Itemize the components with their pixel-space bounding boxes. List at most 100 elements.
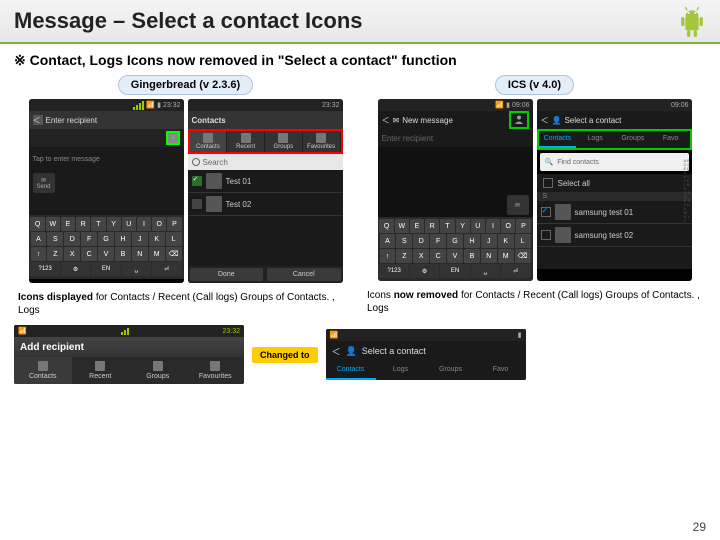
recipient-input[interactable]: Enter recipient: [378, 129, 533, 147]
tab-favourites[interactable]: Favourites: [187, 357, 245, 384]
tab-logs[interactable]: Logs: [376, 361, 426, 380]
alpha-index[interactable]: A B C D E F G H I J K L M N O P Q R S T …: [684, 159, 691, 223]
key-z[interactable]: Z: [396, 249, 412, 263]
done-button[interactable]: Done: [190, 268, 264, 281]
key-d[interactable]: D: [413, 234, 429, 248]
back-icon[interactable]: ＜: [33, 115, 43, 125]
keyboard[interactable]: QWERTYUIOP ASDFGHJKL ↑ZXCVBNM⌫ ?123⚙EN␣⏎: [29, 215, 184, 279]
key-i[interactable]: I: [486, 219, 500, 233]
key-r[interactable]: R: [76, 217, 90, 231]
key-x[interactable]: X: [413, 249, 429, 263]
tab-groups[interactable]: Groups: [614, 131, 652, 148]
key-y[interactable]: Y: [456, 219, 470, 233]
back-icon[interactable]: ＜: [332, 345, 341, 358]
key-en[interactable]: EN: [440, 264, 469, 278]
tab-groups[interactable]: Groups: [129, 357, 187, 384]
key-z[interactable]: Z: [47, 247, 63, 261]
tab-favourites[interactable]: Favourites: [303, 131, 341, 152]
key-i[interactable]: I: [137, 217, 151, 231]
find-contacts-field[interactable]: 🔍 Find contacts: [540, 153, 689, 171]
key-p[interactable]: P: [167, 217, 181, 231]
key-en[interactable]: EN: [91, 262, 120, 276]
key-⌫[interactable]: ⌫: [515, 249, 531, 263]
key-h[interactable]: H: [464, 234, 480, 248]
key-a[interactable]: A: [380, 234, 396, 248]
key-u[interactable]: U: [471, 219, 485, 233]
key-f[interactable]: F: [81, 232, 97, 246]
key-⚙[interactable]: ⚙: [410, 264, 439, 278]
tab-contacts[interactable]: Contacts: [14, 357, 72, 384]
key-c[interactable]: C: [430, 249, 446, 263]
list-item[interactable]: samsung test 01: [537, 201, 692, 224]
key-⏎[interactable]: ⏎: [152, 262, 181, 276]
key-x[interactable]: X: [64, 247, 80, 261]
key-⏎[interactable]: ⏎: [501, 264, 530, 278]
key-e[interactable]: E: [410, 219, 424, 233]
tab-recent[interactable]: Recent: [72, 357, 130, 384]
tab-favo[interactable]: Favo: [476, 361, 526, 380]
key-u[interactable]: U: [122, 217, 136, 231]
key-g[interactable]: G: [98, 232, 114, 246]
checkbox-icon[interactable]: [541, 230, 551, 240]
list-item[interactable]: Test 01: [188, 170, 343, 193]
send-button[interactable]: ✉ Send: [33, 173, 55, 193]
key-g[interactable]: G: [447, 234, 463, 248]
tab-contacts[interactable]: Contacts: [539, 131, 577, 148]
back-icon[interactable]: ＜: [541, 115, 549, 126]
list-item[interactable]: Test 02: [188, 193, 343, 216]
key-b[interactable]: B: [115, 247, 131, 261]
tab-contacts[interactable]: Contacts: [326, 361, 376, 380]
tab-recent[interactable]: Recent: [227, 131, 265, 152]
key-r[interactable]: R: [425, 219, 439, 233]
tab-logs[interactable]: Logs: [576, 131, 614, 148]
contact-picker-icon[interactable]: [509, 111, 529, 129]
select-all-row[interactable]: Select all: [537, 174, 692, 192]
key-m[interactable]: M: [149, 247, 165, 261]
message-area[interactable]: Tap to enter message: [29, 147, 184, 171]
checkbox-icon[interactable]: [541, 207, 551, 217]
search-field[interactable]: Search: [188, 154, 343, 170]
key-t[interactable]: T: [440, 219, 454, 233]
key-a[interactable]: A: [31, 232, 47, 246]
key-q[interactable]: Q: [379, 219, 393, 233]
key-o[interactable]: O: [501, 219, 515, 233]
key-w[interactable]: W: [46, 217, 60, 231]
checkbox-icon[interactable]: [192, 176, 202, 186]
key-c[interactable]: C: [81, 247, 97, 261]
tab-contacts[interactable]: Contacts: [190, 131, 228, 152]
key-l[interactable]: L: [515, 234, 531, 248]
tab-groups[interactable]: Groups: [265, 131, 303, 152]
key-b[interactable]: B: [464, 249, 480, 263]
keyboard[interactable]: QWERTYUIOP ASDFGHJKL ↑ZXCVBNM⌫ ?123⚙EN␣⏎: [378, 217, 533, 281]
key-j[interactable]: J: [132, 232, 148, 246]
key-↑[interactable]: ↑: [31, 247, 47, 261]
tab-favo[interactable]: Favo: [652, 131, 690, 148]
key-q[interactable]: Q: [30, 217, 44, 231]
enter-recipient[interactable]: Enter recipient: [43, 116, 180, 125]
key-m[interactable]: M: [498, 249, 514, 263]
tab-groups[interactable]: Groups: [426, 361, 476, 380]
send-button[interactable]: ✉: [507, 195, 529, 215]
key-?123[interactable]: ?123: [379, 264, 408, 278]
key-y[interactable]: Y: [107, 217, 121, 231]
key-k[interactable]: K: [149, 232, 165, 246]
key-f[interactable]: F: [430, 234, 446, 248]
key-?123[interactable]: ?123: [30, 262, 59, 276]
key-⚙[interactable]: ⚙: [61, 262, 90, 276]
key-↑[interactable]: ↑: [380, 249, 396, 263]
list-item[interactable]: samsung test 02: [537, 224, 692, 247]
back-icon[interactable]: ＜: [382, 115, 390, 126]
key-p[interactable]: P: [516, 219, 530, 233]
key-␣[interactable]: ␣: [122, 262, 151, 276]
key-w[interactable]: W: [395, 219, 409, 233]
key-l[interactable]: L: [166, 232, 182, 246]
key-h[interactable]: H: [115, 232, 131, 246]
key-s[interactable]: S: [47, 232, 63, 246]
key-t[interactable]: T: [91, 217, 105, 231]
key-s[interactable]: S: [396, 234, 412, 248]
checkbox-icon[interactable]: [192, 199, 202, 209]
key-␣[interactable]: ␣: [471, 264, 500, 278]
key-⌫[interactable]: ⌫: [166, 247, 182, 261]
key-v[interactable]: V: [98, 247, 114, 261]
contact-picker-icon[interactable]: +: [166, 131, 180, 145]
